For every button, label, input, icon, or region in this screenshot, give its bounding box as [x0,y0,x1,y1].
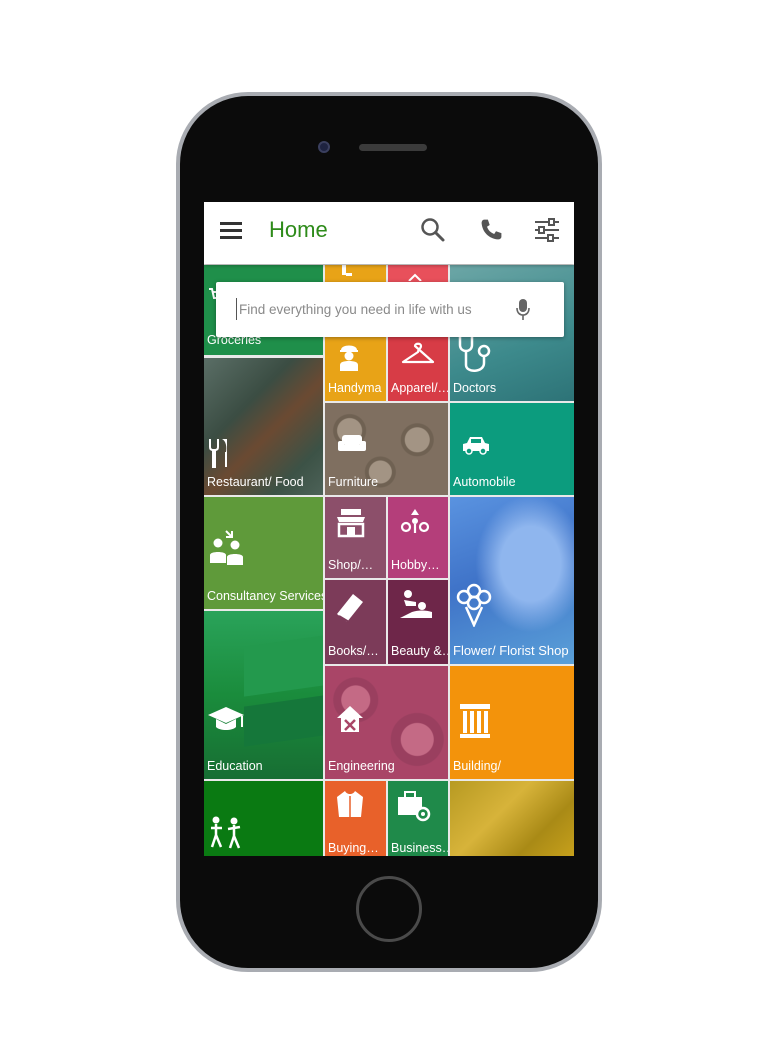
tile-label: Education [207,759,263,773]
tile-label: Books/… [328,644,379,658]
front-camera [318,141,330,153]
search-input[interactable] [236,298,509,320]
fork-knife-icon [209,439,227,468]
engineering-house-icon [337,706,363,732]
books-decoration [244,635,323,697]
tile-shop[interactable]: Shop/… [325,497,386,578]
filter-sliders-icon[interactable] [534,216,560,244]
tile-label: Buying… [328,841,379,855]
tile-label: Automobile [453,475,516,489]
tile-engineering[interactable]: Engineering [325,666,448,779]
category-grid: Groceries Handyma Apparel/… Doctors Rest… [204,265,574,856]
tile-education[interactable]: Education [204,611,323,779]
tile-label: Consultancy Services [207,589,323,603]
app-bar: Home [204,202,574,264]
tile-label: Hobby… [391,558,440,572]
earpiece-speaker [359,144,427,151]
tile-gold[interactable] [450,781,574,856]
flower-bouquet-icon [456,583,492,627]
jacket-icon [337,791,363,817]
spa-massage-icon [400,590,432,618]
graduation-cap-icon [208,707,244,730]
tile-restaurant-food[interactable]: Restaurant/ Food [204,358,323,495]
tag-icon [408,273,422,281]
tile-beauty[interactable]: Beauty &… [388,580,448,664]
tile-handyman[interactable]: Handyma [325,337,386,401]
tile-buying[interactable]: Buying… [325,781,386,856]
home-button[interactable] [356,876,422,942]
sofa-icon [338,435,366,451]
tile-apparel[interactable]: Apparel/… [388,337,448,401]
tile-tag[interactable] [388,265,448,282]
car-icon [463,437,489,455]
search-bar [216,282,564,337]
tools-icon [342,265,352,276]
tile-consultancy-services[interactable]: Consultancy Services [204,497,323,609]
tile-business[interactable]: Business… [388,781,448,856]
tile-label: Beauty &… [391,644,448,658]
search-icon[interactable] [420,216,446,244]
phone-icon[interactable] [478,216,504,244]
tile-label: Restaurant/ Food [207,475,304,489]
book-icon [337,594,363,623]
stethoscope-icon [458,333,491,372]
briefcase-gear-icon [398,791,431,822]
tile-label: Furniture [328,475,379,489]
building-columns-icon [460,704,490,738]
hanger-icon [401,342,435,364]
hamburger-menu-icon[interactable] [220,222,242,240]
tile-flower-florist-shop[interactable]: Flower/ Florist Shop [450,497,574,664]
consultancy-people-icon [210,530,243,565]
hobby-icon [400,509,430,533]
app-screen: Home Grocer [204,202,574,856]
books-decoration [244,695,323,747]
tile-label: Handyma [328,381,382,395]
tile-label: Engineering [328,759,395,773]
shop-icon [337,509,365,538]
tile-label: Business… [391,841,448,855]
tile-kids[interactable] [204,781,323,856]
tile-books[interactable]: Books/… [325,580,386,664]
tile-label: Shop/… [328,558,374,572]
handyman-icon [340,345,358,371]
tile-furniture[interactable]: Furniture [325,403,448,495]
tile-label: Flower/ Florist Shop [453,643,569,658]
tile-label: Apparel/… [391,381,448,395]
tile-label: Doctors [453,381,497,395]
tile-automobile[interactable]: Automobile [450,403,574,495]
tile-hobby[interactable]: Hobby… [388,497,448,578]
tile-tools[interactable] [325,265,386,282]
kids-play-icon [210,816,241,849]
page-title: Home [269,217,328,242]
tile-label: Building/ [453,759,501,773]
tile-building[interactable]: Building/ [450,666,574,779]
microphone-icon[interactable] [516,298,530,322]
